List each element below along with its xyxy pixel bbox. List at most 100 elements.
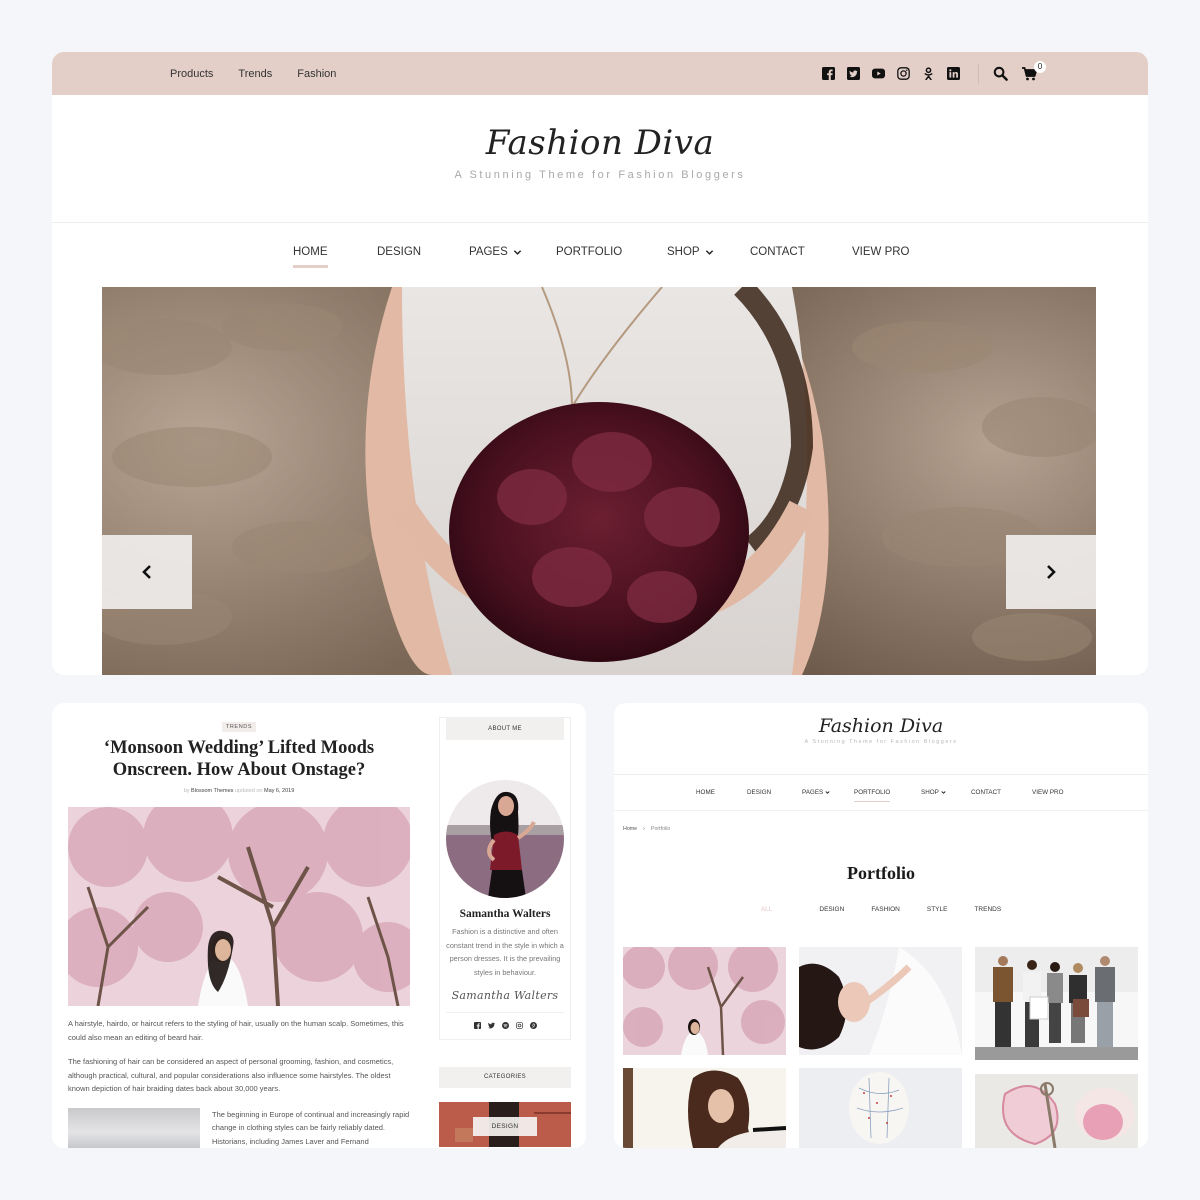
nav-label: DESIGN — [377, 246, 422, 258]
filter-trends[interactable]: TRENDS — [974, 906, 1001, 913]
youtube-icon[interactable] — [872, 67, 885, 80]
category-card[interactable]: DESIGN — [439, 1101, 571, 1147]
nav-shop[interactable]: SHOP — [921, 789, 946, 796]
secondary-nav-products[interactable]: Products — [170, 68, 213, 80]
filter-all[interactable]: ALL — [761, 906, 773, 913]
breadcrumb-separator-icon: › — [643, 826, 645, 832]
cart-button[interactable]: 0 — [1022, 60, 1046, 81]
facebook-icon[interactable] — [822, 67, 835, 80]
portfolio-item-woman-on-bed[interactable] — [799, 947, 962, 1055]
hero-slider — [102, 287, 1096, 675]
nav-label: PAGES — [469, 246, 508, 258]
nav-view-pro[interactable]: VIEW PRO — [1032, 789, 1064, 796]
nav-label: CONTACT — [971, 789, 1001, 796]
nav-label: VIEW PRO — [1032, 789, 1064, 796]
breadcrumb: Home › Portfolio — [623, 826, 1148, 832]
nav-design[interactable]: DESIGN — [377, 246, 421, 258]
nav-home[interactable]: HOME — [293, 246, 328, 268]
nav-label: CONTACT — [750, 246, 805, 258]
inline-image — [68, 1107, 200, 1148]
portfolio-filters: ALL DESIGN FASHION STYLE TRENDS — [614, 906, 1148, 913]
nav-label: HOME — [293, 246, 328, 258]
instagram-icon[interactable] — [897, 67, 910, 80]
nav-pages[interactable]: PAGES — [802, 789, 830, 796]
nav-contact[interactable]: CONTACT — [750, 246, 805, 258]
nav-label: PAGES — [802, 789, 824, 796]
instagram-icon[interactable] — [515, 1021, 523, 1029]
main-nav: HOME DESIGN PAGES PORTFOLIO SHOP CONTACT… — [52, 223, 1148, 281]
post-paragraph: The beginning in Europe of continual and… — [212, 1109, 410, 1146]
slider-next-button[interactable] — [1006, 535, 1096, 609]
nav-label: DESIGN — [747, 789, 772, 796]
divider — [446, 1011, 564, 1013]
pinterest-icon[interactable] — [529, 1021, 537, 1029]
nav-label: SHOP — [921, 789, 939, 796]
breadcrumb-current: Portfolio — [650, 826, 671, 832]
chevron-down-icon — [705, 248, 714, 257]
nav-portfolio[interactable]: PORTFOLIO — [854, 789, 891, 802]
post-paragraph: The fashioning of hair can be considered… — [68, 1057, 394, 1093]
facebook-icon[interactable] — [473, 1021, 481, 1029]
nav-shop[interactable]: SHOP — [667, 246, 714, 258]
blog-post: TRENDS ‘Monsoon Wedding’ Lifted Moods On… — [68, 703, 410, 1148]
main-nav: HOME DESIGN PAGES PORTFOLIO SHOP CONTACT… — [614, 775, 1148, 811]
chevron-down-icon — [513, 248, 522, 257]
site-title[interactable]: Fashion Diva — [52, 123, 1148, 163]
nav-contact[interactable]: CONTACT — [971, 789, 1001, 796]
portfolio-item-acupuncture-model[interactable] — [799, 1068, 962, 1148]
post-date: May 6, 2019 — [264, 788, 295, 794]
nav-home[interactable]: HOME — [696, 789, 715, 796]
sidebar: ABOUT ME Samantha Walters Fashion is a d… — [439, 717, 571, 1147]
portfolio-item-friends-shopping[interactable] — [975, 947, 1138, 1060]
post-featured-image — [68, 807, 410, 1006]
desktop-homepage-preview: Products Trends Fashion 0 Fashion Diva A… — [52, 52, 1148, 675]
author-bio: Fashion is a distinctive and often const… — [446, 927, 564, 978]
site-tagline: A Stunning Theme for Fashion Bloggers — [804, 739, 958, 745]
nav-portfolio[interactable]: PORTFOLIO — [556, 246, 622, 258]
nav-label: VIEW PRO — [852, 246, 910, 258]
portfolio-item-rose-and-key[interactable] — [975, 1074, 1138, 1148]
post-paragraph: A hairstyle, hairdo, or haircut refers t… — [68, 1019, 404, 1042]
category-label[interactable]: DESIGN — [473, 1116, 537, 1136]
meta-updated-label: updated on — [234, 788, 263, 794]
breadcrumb-home[interactable]: Home — [623, 826, 637, 832]
site-branding: Fashion Diva A Stunning Theme for Fashio… — [614, 703, 1148, 775]
portfolio-page-preview: Fashion Diva A Stunning Theme for Fashio… — [614, 703, 1148, 1148]
secondary-nav-fashion[interactable]: Fashion — [297, 68, 336, 80]
nav-view-pro[interactable]: VIEW PRO — [852, 246, 910, 258]
nav-design[interactable]: DESIGN — [747, 789, 771, 796]
site-title[interactable]: Fashion Diva — [614, 715, 1148, 737]
secondary-nav-trends[interactable]: Trends — [238, 68, 272, 80]
nav-label: PORTFOLIO — [556, 246, 623, 258]
nav-pages[interactable]: PAGES — [469, 246, 522, 258]
author-name: Samantha Walters — [459, 908, 551, 920]
filter-fashion[interactable]: FASHION — [871, 906, 900, 913]
filter-style[interactable]: STYLE — [927, 906, 948, 913]
odnoklassniki-icon[interactable] — [922, 67, 935, 80]
nav-label: SHOP — [667, 246, 700, 258]
chevron-left-icon — [142, 565, 151, 579]
linkedin-icon[interactable] — [947, 67, 960, 80]
site-tagline: A Stunning Theme for Fashion Bloggers — [454, 169, 746, 181]
chevron-down-icon — [941, 790, 946, 795]
filter-design[interactable]: DESIGN — [819, 906, 844, 913]
category-tag[interactable]: TRENDS — [222, 722, 256, 732]
single-post-preview: TRENDS ‘Monsoon Wedding’ Lifted Moods On… — [52, 703, 586, 1148]
meta-by-label: by — [183, 788, 190, 794]
twitter-icon[interactable] — [487, 1022, 495, 1029]
spotify-icon[interactable] — [501, 1021, 509, 1029]
author-signature: Samantha Walters — [451, 988, 559, 1002]
nav-label: HOME — [696, 789, 715, 796]
search-icon[interactable] — [993, 66, 1008, 81]
portfolio-item-curly-hair-woman[interactable] — [623, 1068, 786, 1148]
categories-widget: CATEGORIES DESIGN — [439, 1066, 571, 1147]
divider — [978, 63, 979, 84]
hero-image — [102, 287, 1096, 675]
portfolio-item-cherry-blossom[interactable] — [623, 947, 786, 1055]
widget-title: ABOUT ME — [446, 718, 564, 740]
slider-prev-button[interactable] — [102, 535, 192, 609]
twitter-icon[interactable] — [847, 67, 860, 80]
post-inline-section: The beginning in Europe of continual and… — [68, 1107, 410, 1149]
post-author[interactable]: Blossom Themes — [191, 788, 233, 794]
author-social-links — [440, 1021, 570, 1029]
